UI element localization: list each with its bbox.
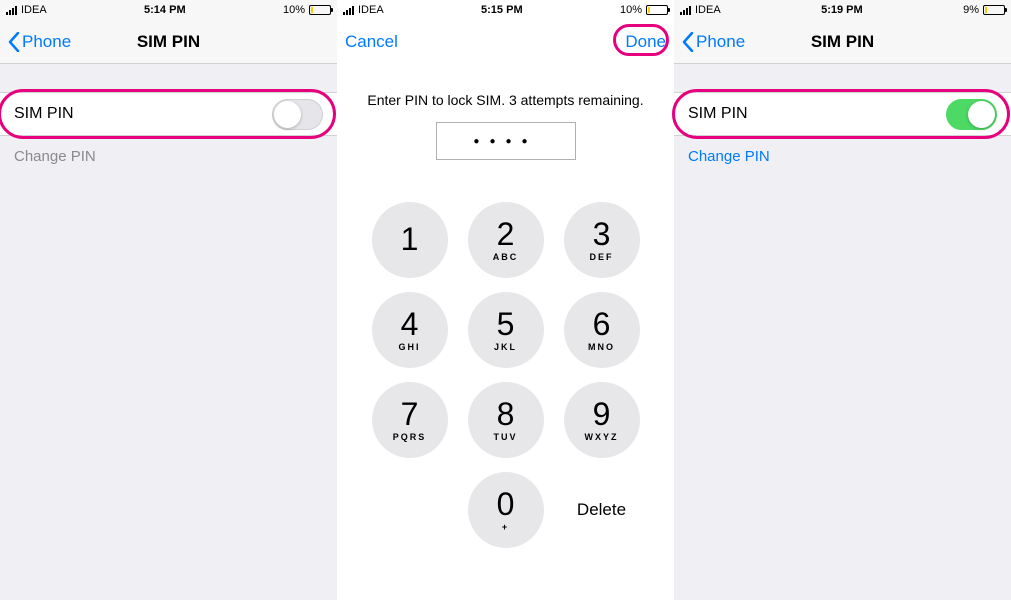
sim-pin-toggle[interactable] (946, 99, 997, 130)
key-blank (372, 472, 448, 548)
status-time: 5:19 PM (721, 4, 963, 16)
battery-percent: 10% (283, 4, 305, 16)
signal-icon (680, 5, 691, 15)
status-bar: IDEA 5:15 PM 10% (337, 0, 674, 20)
key-6[interactable]: 6MNO (564, 292, 640, 368)
battery-icon (983, 5, 1005, 15)
signal-icon (6, 5, 17, 15)
nav-bar: Cancel Done (337, 20, 674, 64)
battery-icon (646, 5, 668, 15)
back-button[interactable]: Phone (682, 32, 745, 52)
nav-bar: Phone SIM PIN (0, 20, 337, 64)
carrier-label: IDEA (21, 4, 47, 16)
change-pin-label: Change PIN (688, 148, 770, 165)
key-0[interactable]: 0+ (468, 472, 544, 548)
sim-pin-row[interactable]: SIM PIN (0, 92, 337, 136)
sim-pin-row[interactable]: SIM PIN (674, 92, 1011, 136)
numeric-keypad: 1 2ABC 3DEF 4GHI 5JKL 6MNO 7PQRS 8TUV 9W… (337, 202, 674, 548)
pin-input[interactable]: ●●●● (436, 122, 576, 160)
chevron-left-icon (8, 32, 20, 52)
key-3[interactable]: 3DEF (564, 202, 640, 278)
back-label: Phone (22, 32, 71, 52)
sim-pin-toggle[interactable] (272, 99, 323, 130)
status-bar: IDEA 5:19 PM 9% (674, 0, 1011, 20)
battery-percent: 10% (620, 4, 642, 16)
key-5[interactable]: 5JKL (468, 292, 544, 368)
change-pin-row: Change PIN (0, 136, 337, 176)
three-panel-layout: IDEA 5:14 PM 10% Phone SIM PIN SIM PIN C… (0, 0, 1011, 600)
panel-enter-pin: IDEA 5:15 PM 10% Cancel Done Enter PIN t… (337, 0, 674, 600)
key-delete[interactable]: Delete (564, 472, 640, 548)
back-label: Phone (696, 32, 745, 52)
pin-dots: ●●●● (473, 136, 537, 147)
pin-prompt: Enter PIN to lock SIM. 3 attempts remain… (337, 92, 674, 108)
status-time: 5:14 PM (47, 4, 283, 16)
carrier-label: IDEA (358, 4, 384, 16)
cancel-button[interactable]: Cancel (345, 32, 398, 52)
panel-sim-pin-on: IDEA 5:19 PM 9% Phone SIM PIN SIM PIN Ch… (674, 0, 1011, 600)
status-bar: IDEA 5:14 PM 10% (0, 0, 337, 20)
sim-pin-label: SIM PIN (688, 105, 748, 123)
panel-sim-pin-off: IDEA 5:14 PM 10% Phone SIM PIN SIM PIN C… (0, 0, 337, 600)
change-pin-label: Change PIN (14, 148, 96, 165)
key-9[interactable]: 9WXYZ (564, 382, 640, 458)
battery-icon (309, 5, 331, 15)
nav-bar: Phone SIM PIN (674, 20, 1011, 64)
sim-pin-label: SIM PIN (14, 105, 74, 123)
carrier-label: IDEA (695, 4, 721, 16)
key-7[interactable]: 7PQRS (372, 382, 448, 458)
chevron-left-icon (682, 32, 694, 52)
battery-percent: 9% (963, 4, 979, 16)
key-8[interactable]: 8TUV (468, 382, 544, 458)
key-2[interactable]: 2ABC (468, 202, 544, 278)
done-button[interactable]: Done (625, 32, 666, 52)
signal-icon (343, 5, 354, 15)
back-button[interactable]: Phone (8, 32, 71, 52)
status-time: 5:15 PM (384, 4, 620, 16)
key-4[interactable]: 4GHI (372, 292, 448, 368)
key-1[interactable]: 1 (372, 202, 448, 278)
change-pin-row[interactable]: Change PIN (674, 136, 1011, 176)
